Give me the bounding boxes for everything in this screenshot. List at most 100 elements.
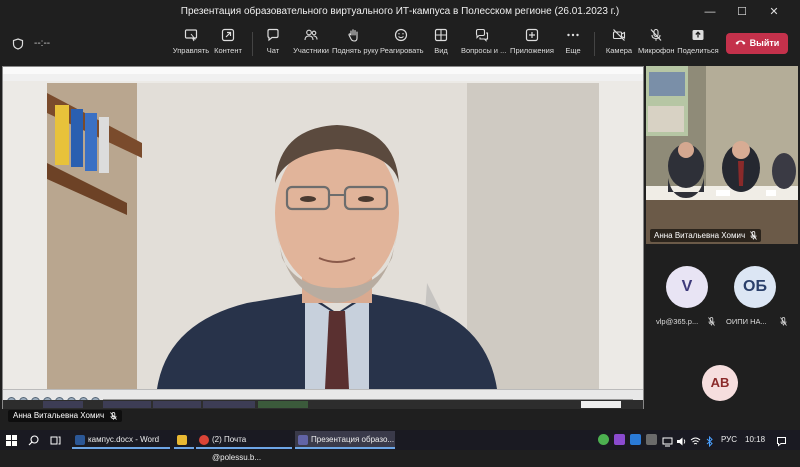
bluetooth-icon[interactable] (704, 434, 715, 448)
participants-panel: Анна Витальевна Хомич V vlp@365.p... ОБ … (646, 66, 800, 430)
player-title-bar (3, 67, 643, 74)
shared-taskbar-item (203, 401, 255, 408)
shared-taskbar-item (103, 401, 151, 408)
mic-off-icon (708, 317, 715, 326)
notifications-icon[interactable] (776, 434, 787, 447)
raise-hand-button[interactable]: Поднять руку (332, 28, 379, 62)
conference-room-video (646, 66, 798, 244)
participant-tile-name-text: Анна Витальевна Хомич (654, 231, 746, 240)
raise-hand-icon (348, 29, 358, 42)
shared-taskbar-item (153, 401, 201, 408)
participant-avatar[interactable]: АВ (702, 365, 738, 401)
apps-label: Приложения (510, 46, 554, 55)
participant-name: vlp@365.p... (656, 317, 699, 326)
shared-taskbar-item (258, 401, 308, 408)
close-button[interactable]: ✕ (762, 3, 786, 21)
taskbar-app-word[interactable]: кампус.docx - Word (72, 431, 170, 449)
security-tray-icon[interactable] (598, 434, 609, 445)
mic-off-icon (780, 317, 787, 326)
windows-logo-icon (6, 435, 17, 446)
participant-avatar[interactable]: ОБ (734, 266, 776, 308)
qa-button[interactable]: Вопросы и ... (461, 28, 507, 62)
camera-off-icon (612, 29, 626, 41)
presenter-name: Анна Витальевна Хомич (13, 411, 105, 420)
taskbar-app-label: (2) Почта @polessu.b... (212, 435, 262, 462)
input-language[interactable]: РУС (721, 430, 737, 450)
meeting-timer: --:-- (34, 38, 51, 49)
leave-label: Выйти (749, 38, 780, 48)
minimize-button[interactable]: — (698, 3, 722, 21)
apps-button[interactable]: Приложения (510, 28, 554, 62)
tray-app-icon[interactable] (614, 434, 625, 445)
share-label: Поделиться (677, 46, 719, 55)
speaker-video-frame (47, 83, 599, 389)
camera-label: Камера (605, 46, 633, 55)
word-icon (75, 435, 85, 445)
leave-button[interactable]: Выйти (726, 33, 788, 54)
view-button[interactable]: Вид (430, 28, 452, 62)
share-content-label: Контент (214, 46, 242, 55)
phone-hangup-icon (735, 33, 746, 54)
chat-icon (267, 28, 279, 42)
more-label: Еще (565, 46, 581, 55)
share-button[interactable]: Поделиться (677, 28, 719, 62)
control-button[interactable]: Управлять (172, 28, 210, 62)
qa-label: Вопросы и ... (461, 46, 507, 55)
microphone-label: Микрофон (638, 46, 675, 55)
participant-video-tile[interactable]: Анна Витальевна Хомич (646, 66, 798, 244)
network-icon[interactable] (662, 434, 673, 447)
search-button[interactable] (28, 430, 40, 450)
wifi-icon[interactable] (690, 434, 701, 445)
shared-media-player-window (2, 66, 644, 409)
camera-button[interactable]: Камера (604, 28, 634, 62)
share-icon (692, 30, 704, 40)
taskbar-app-label: Презентация образо... (311, 435, 395, 444)
participant-avatar[interactable]: V (666, 266, 708, 308)
taskbar-app-label: кампус.docx - Word (88, 435, 160, 444)
search-icon (28, 435, 39, 446)
task-view-icon (50, 436, 61, 445)
microphone-button[interactable]: Микрофон (638, 28, 675, 62)
maximize-button[interactable]: ☐ (730, 3, 754, 21)
shared-taskbar-item (43, 401, 83, 408)
view-icon (434, 28, 448, 42)
clock[interactable]: 10:18 (745, 430, 765, 450)
shield-icon[interactable] (12, 38, 24, 50)
folder-icon (177, 435, 187, 445)
toolbar-divider (252, 32, 253, 56)
react-label: Реагировать (380, 46, 424, 55)
control-label: Управлять (172, 46, 210, 55)
participants-label: Участники (293, 46, 329, 55)
shared-screen-taskbar (3, 400, 643, 409)
tray-app-icon[interactable] (646, 434, 657, 445)
bing-tray-icon[interactable] (630, 434, 641, 445)
raise-hand-label: Поднять руку (332, 46, 379, 55)
taskbar-app-teams[interactable]: Презентация образо... (295, 431, 395, 449)
qa-icon (475, 28, 489, 42)
participants-button[interactable]: Участники (292, 28, 330, 62)
speaker-video (47, 83, 599, 389)
share-content-icon (221, 28, 235, 42)
participant-name: ОИПИ НА... (726, 317, 767, 326)
chrome-icon (199, 435, 209, 445)
participants-icon (304, 29, 318, 41)
start-button[interactable] (6, 430, 18, 450)
windows-taskbar: кампус.docx - Word (2) Почта @polessu.b.… (0, 430, 800, 462)
apps-icon (525, 28, 539, 42)
more-button[interactable]: Еще (562, 28, 584, 62)
task-view-button[interactable] (50, 430, 62, 450)
chat-button[interactable]: Чат (262, 28, 284, 62)
mic-off-icon (750, 231, 757, 240)
volume-icon[interactable] (676, 434, 687, 446)
shared-screen: Анна Витальевна Хомич (2, 66, 644, 422)
player-menu-bar (3, 74, 643, 81)
mic-off-icon (650, 28, 662, 41)
share-content-button[interactable]: Контент (212, 28, 244, 62)
more-icon (567, 33, 579, 37)
react-button[interactable]: Реагировать (380, 28, 424, 62)
taskbar-app-explorer[interactable] (174, 431, 194, 449)
taskbar-app-chrome[interactable]: (2) Почта @polessu.b... (196, 431, 292, 462)
presenter-name-badge: Анна Витальевна Хомич (8, 410, 123, 422)
participant-tile-name: Анна Витальевна Хомич (650, 229, 762, 242)
window-title: Презентация образовательного виртуальног… (180, 6, 620, 17)
